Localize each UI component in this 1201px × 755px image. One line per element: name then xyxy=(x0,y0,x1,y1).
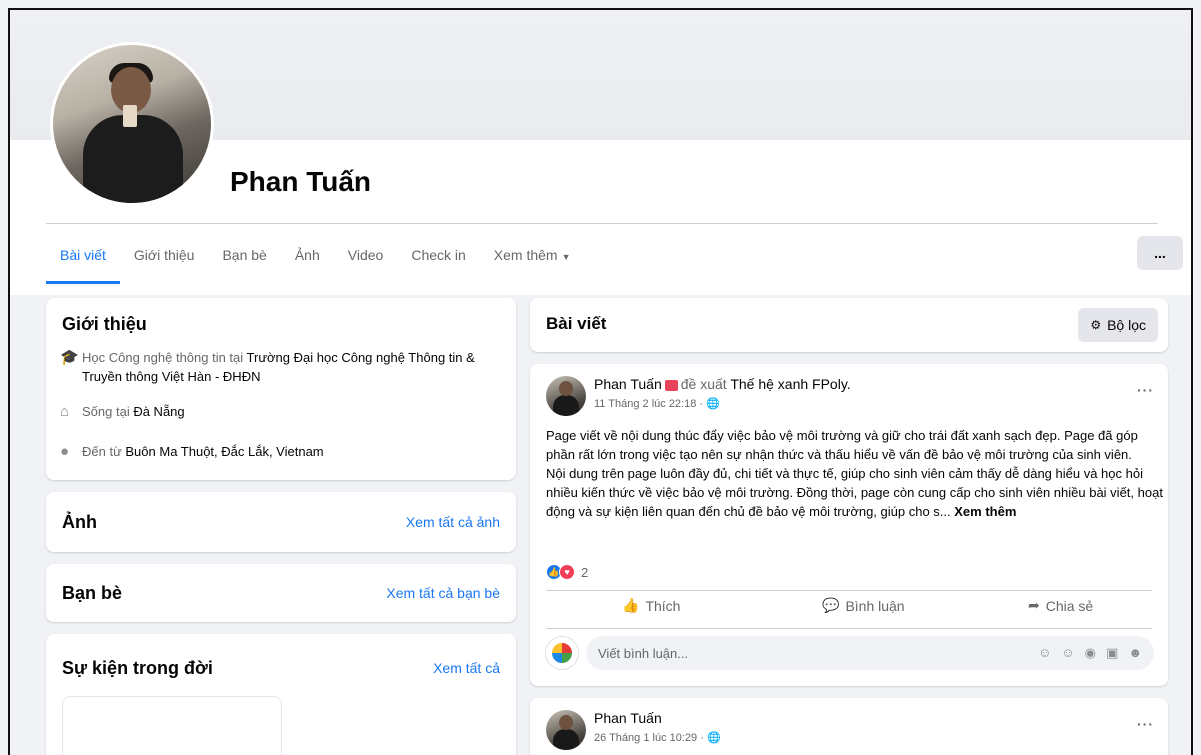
post-body: Page viết về nội dung thúc đẩy việc bảo … xyxy=(546,428,1163,519)
intro-from: ● Đến từ Buôn Ma Thuột, Đắc Lắk, Vietnam xyxy=(60,443,324,460)
see-all-life-events-link[interactable]: Xem tất cả xyxy=(433,660,500,676)
globe-icon: 🌐 xyxy=(706,732,721,744)
post-card: Phan Tuấn đề xuất Thế hệ xanh FPoly. 11 T… xyxy=(530,364,1168,686)
post-options-button[interactable]: ··· xyxy=(1137,716,1154,732)
see-all-friends-link[interactable]: Xem tất cả bạn bè xyxy=(386,585,500,601)
see-more-link[interactable]: Xem thêm xyxy=(954,504,1016,519)
profile-more-button[interactable]: ... xyxy=(1137,236,1183,270)
post-header-text: Phan Tuấn đề xuất Thế hệ xanh FPoly. xyxy=(594,376,851,392)
header-divider xyxy=(46,223,1158,224)
friends-title: Bạn bè xyxy=(62,583,123,603)
intro-card: Giới thiệu 🎓 Học Công nghệ thông tin tại… xyxy=(46,298,516,480)
photos-title: Ảnh xyxy=(62,512,97,532)
share-arrow-icon: ➦ xyxy=(1028,597,1040,613)
thumbs-up-icon: 👍 xyxy=(622,597,640,613)
globe-icon: 🌐 xyxy=(706,398,720,410)
life-events-title: Sự kiện trong đời xyxy=(62,658,213,678)
profile-page: Phan Tuấn Bài viết Giới thiệu Bạn bè Ảnh… xyxy=(8,8,1193,755)
location-pin-icon: ● xyxy=(60,443,70,460)
tab-more[interactable]: Xem thêm ▼ xyxy=(480,234,585,284)
post-divider xyxy=(546,590,1152,591)
emoji-icon[interactable]: ☺ xyxy=(1061,645,1074,661)
filter-button[interactable]: ⚙ Bộ lọc xyxy=(1078,308,1158,342)
life-events-card: Sự kiện trong đời Xem tất cả xyxy=(46,634,516,755)
post-author-link[interactable]: Phan Tuấn xyxy=(594,376,662,392)
tab-photos[interactable]: Ảnh xyxy=(281,234,334,284)
post-author-avatar[interactable] xyxy=(546,710,586,750)
camera-icon[interactable]: ◉ xyxy=(1085,645,1096,661)
post-divider xyxy=(546,628,1152,629)
friends-card: Bạn bè Xem tất cả bạn bè xyxy=(46,564,516,622)
current-user-avatar[interactable] xyxy=(546,637,578,669)
profile-avatar[interactable] xyxy=(50,42,214,206)
post-timestamp[interactable]: 11 Tháng 2 lúc 22:18 · 🌐 xyxy=(594,397,720,410)
post-author-link[interactable]: Phan Tuấn xyxy=(594,710,662,726)
page-link[interactable]: Thế hệ xanh FPoly. xyxy=(730,376,850,392)
tab-about[interactable]: Giới thiệu xyxy=(120,234,209,284)
avatar-sticker-icon[interactable]: ☺ xyxy=(1038,645,1051,661)
city-link[interactable]: Đà Nẵng xyxy=(133,404,184,419)
post-author-avatar[interactable] xyxy=(546,376,586,416)
comment-input[interactable]: Viết bình luận... ☺ ☺ ◉ ▣ ☻ xyxy=(586,636,1154,670)
gif-icon[interactable]: ▣ xyxy=(1106,645,1118,661)
post-timestamp[interactable]: 26 Tháng 1 lúc 10:29 · 🌐 xyxy=(594,731,721,744)
graduation-cap-icon: 🎓 xyxy=(60,349,79,366)
profile-name: Phan Tuấn xyxy=(230,166,372,197)
tab-friends[interactable]: Bạn bè xyxy=(208,234,280,284)
life-event-tile[interactable] xyxy=(62,696,282,755)
speech-bubble-icon: 💬 xyxy=(822,597,840,613)
tab-videos[interactable]: Video xyxy=(334,234,398,284)
comment-button[interactable]: 💬 Bình luận xyxy=(822,597,905,614)
see-all-photos-link[interactable]: Xem tất cả ảnh xyxy=(406,514,500,530)
intro-education: 🎓 Học Công nghệ thông tin tại Trường Đại… xyxy=(60,349,475,384)
posts-title: Bài viết xyxy=(546,314,607,333)
post-options-button[interactable]: ··· xyxy=(1137,382,1154,398)
intro-lives-in: ⌂ Sống tại Đà Nẵng xyxy=(60,403,185,420)
intro-title: Giới thiệu xyxy=(62,314,147,334)
tab-checkins[interactable]: Check in xyxy=(397,234,479,284)
reactions-summary[interactable]: 👍 ♥ 2 xyxy=(546,564,588,580)
share-button[interactable]: ➦ Chia sẻ xyxy=(1028,597,1093,614)
posts-header-card: Bài viết ⚙ Bộ lọc xyxy=(530,298,1168,352)
filter-sliders-icon: ⚙ xyxy=(1090,318,1102,332)
hometown-link[interactable]: Buôn Ma Thuột, Đắc Lắk, Vietnam xyxy=(125,444,323,459)
photos-card: Ảnh Xem tất cả ảnh xyxy=(46,492,516,552)
flag-icon xyxy=(664,379,678,391)
tab-posts[interactable]: Bài viết xyxy=(46,234,120,284)
like-button[interactable]: 👍 Thích xyxy=(622,597,680,614)
profile-tabs: Bài viết Giới thiệu Bạn bè Ảnh Video Che… xyxy=(46,234,585,284)
comment-composer: Viết bình luận... ☺ ☺ ◉ ▣ ☻ xyxy=(546,636,1154,670)
home-icon: ⌂ xyxy=(60,403,70,420)
post-card: Phan Tuấn 26 Tháng 1 lúc 10:29 · 🌐 ··· xyxy=(530,698,1168,755)
caret-down-icon: ▼ xyxy=(561,252,571,262)
sticker-icon[interactable]: ☻ xyxy=(1128,645,1142,661)
love-reaction-icon: ♥ xyxy=(559,564,575,580)
